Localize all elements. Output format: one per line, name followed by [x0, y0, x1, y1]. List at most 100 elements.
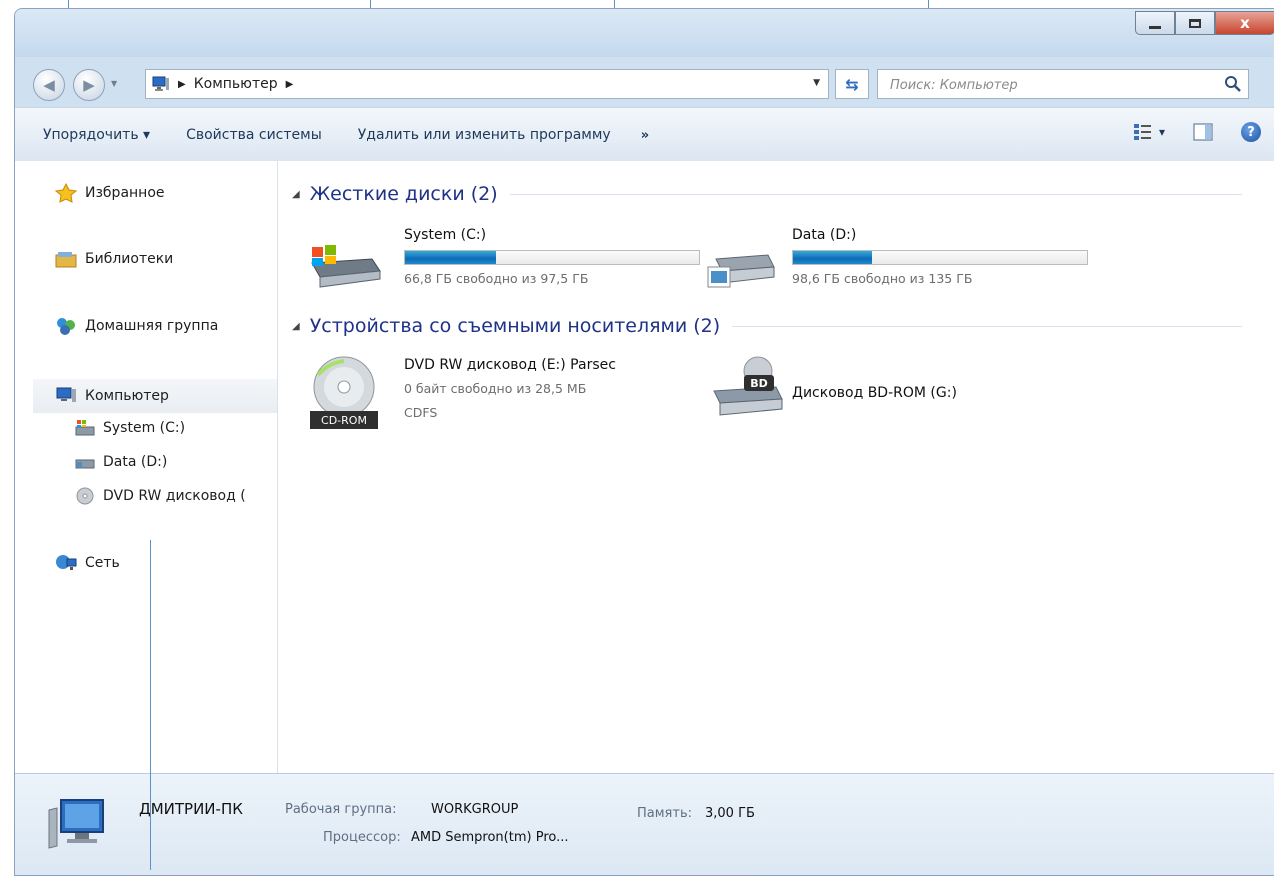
sidebar-item-label: System (C:)	[103, 420, 186, 436]
back-arrow-icon: ◀	[43, 76, 55, 94]
drive-d-icon	[75, 453, 95, 471]
sidebar-item-label: Data (D:)	[103, 454, 168, 470]
drive-filesystem: CDFS	[404, 405, 438, 420]
group-title: Жесткие диски (2)	[309, 183, 498, 205]
drive-free-space: 98,6 ГБ свободно из 135 ГБ	[792, 271, 973, 286]
bd-rom-icon: BD	[713, 356, 783, 416]
windows-drive-icon	[311, 245, 381, 288]
uninstall-program-button[interactable]: Удалить или изменить программу	[352, 127, 617, 143]
drive-item-bd-g[interactable]: BD Дисковод BD-ROM (G:)	[706, 351, 1106, 431]
search-box[interactable]	[877, 69, 1249, 99]
drive-usage-bar	[404, 250, 700, 265]
cd-rom-icon: CD-ROM	[310, 356, 378, 429]
dvd-icon	[75, 487, 95, 505]
computer-name: ДМИТРИИ-ПК	[139, 800, 243, 818]
help-icon[interactable]: ?	[1241, 122, 1261, 142]
breadcrumb-separator-icon[interactable]: ▶	[286, 79, 294, 90]
back-button[interactable]: ◀	[33, 69, 65, 101]
processor-value: AMD Sempron(tm) Pro...	[411, 830, 569, 845]
maximize-icon	[1189, 18, 1201, 28]
more-commands-button[interactable]: »	[641, 128, 649, 143]
toolbar-right: ▾ ?	[1133, 122, 1261, 142]
drive-free-space: 0 байт свободно из 28,5 МБ	[404, 381, 587, 396]
computer-icon	[55, 386, 77, 406]
organize-button[interactable]: Упорядочить ▾	[37, 127, 156, 143]
cd-rom-badge: CD-ROM	[321, 414, 367, 427]
preview-pane-icon[interactable]	[1193, 123, 1213, 141]
callout-line	[150, 540, 151, 870]
forward-arrow-icon: ▶	[83, 76, 95, 94]
bd-badge: BD	[750, 377, 768, 390]
homegroup-icon	[55, 316, 77, 336]
workgroup-label: Рабочая группа:	[285, 802, 397, 817]
view-dropdown-icon: ▾	[1158, 125, 1165, 139]
sidebar-item-network[interactable]: Сеть	[55, 553, 120, 573]
sidebar-item-label: Сеть	[85, 555, 120, 571]
workgroup-value: WORKGROUP	[431, 802, 519, 817]
computer-icon	[152, 76, 169, 91]
minimize-button[interactable]	[1135, 11, 1175, 35]
computer-large-icon	[48, 799, 104, 849]
memory-value: 3,00 ГБ	[705, 806, 755, 821]
maximize-button[interactable]	[1175, 11, 1215, 35]
group-divider	[732, 325, 1242, 327]
sidebar-item-libraries[interactable]: Библиотеки	[55, 249, 173, 269]
breadcrumb-separator-icon[interactable]: ▶	[178, 79, 186, 90]
breadcrumb-computer[interactable]: Компьютер	[194, 76, 278, 92]
address-bar[interactable]: ▶ Компьютер ▶ ▼	[145, 69, 829, 99]
drive-item-system-c[interactable]: System (C:) 66,8 ГБ свободно из 97,5 ГБ	[306, 221, 706, 293]
processor-label: Процессор:	[323, 830, 401, 845]
drive-name: System (C:)	[404, 227, 487, 243]
libraries-icon	[55, 249, 77, 269]
sidebar-item-label: Компьютер	[85, 388, 169, 404]
group-title: Устройства со съемными носителями (2)	[309, 315, 721, 337]
refresh-button[interactable]: ⇆	[835, 69, 869, 99]
close-icon: x	[1240, 14, 1250, 32]
system-properties-button[interactable]: Свойства системы	[180, 127, 328, 143]
network-icon	[55, 553, 77, 573]
group-header-hard-disks[interactable]: ◢ Жесткие диски (2)	[292, 183, 1242, 205]
sidebar-item-dvd[interactable]: DVD RW дисковод (	[75, 487, 246, 505]
sidebar-item-label: Библиотеки	[85, 251, 174, 267]
hard-drive-icon	[707, 254, 775, 288]
collapse-triangle-icon[interactable]: ◢	[292, 321, 300, 332]
drive-name: DVD RW дисковод (E:) Parsec	[404, 357, 616, 373]
drive-item-data-d[interactable]: Data (D:) 98,6 ГБ свободно из 135 ГБ	[706, 221, 1106, 293]
title-bar: x	[15, 9, 1274, 57]
refresh-icon: ⇆	[845, 74, 859, 94]
sidebar-item-label: Избранное	[85, 185, 165, 201]
explorer-window: x ◀ ▶ ▼ ▶ Компьютер ▶ ▼ ⇆ Поиск: Компьют…	[14, 8, 1274, 876]
view-icon	[1133, 124, 1151, 140]
search-input[interactable]	[888, 75, 1212, 95]
minimize-icon	[1149, 25, 1161, 29]
drive-usage-bar	[792, 250, 1088, 265]
content-area: ◢ Жесткие диски (2) System (C:) 66,8 ГБ …	[278, 161, 1274, 773]
command-toolbar: Упорядочить ▾ Свойства системы Удалить и…	[15, 107, 1274, 163]
sidebar-item-homegroup[interactable]: Домашняя группа	[55, 316, 218, 336]
drive-usage-fill	[405, 251, 497, 264]
sidebar-item-computer[interactable]: Компьютер	[33, 379, 277, 413]
view-options-button[interactable]: ▾	[1133, 123, 1165, 141]
address-dropdown-icon[interactable]: ▼	[813, 78, 820, 88]
drive-free-space: 66,8 ГБ свободно из 97,5 ГБ	[404, 271, 589, 286]
drive-c-icon	[75, 419, 95, 437]
forward-button[interactable]: ▶	[73, 69, 105, 101]
search-icon[interactable]	[1224, 75, 1242, 93]
memory-label: Память:	[637, 806, 692, 821]
sidebar-item-data-d[interactable]: Data (D:)	[75, 453, 167, 471]
navigation-pane: Избранное Библиотеки Домашняя группа Ком…	[15, 161, 278, 773]
group-divider	[509, 193, 1242, 195]
sidebar-item-label: DVD RW дисковод (	[103, 488, 246, 504]
drive-name: Дисковод BD-ROM (G:)	[792, 385, 957, 401]
sidebar-item-label: Домашняя группа	[85, 318, 219, 334]
details-pane: ДМИТРИИ-ПК Рабочая группа: WORKGROUP Пам…	[15, 773, 1274, 875]
recent-pages-dropdown[interactable]: ▼	[111, 79, 117, 88]
sidebar-item-system-c[interactable]: System (C:)	[75, 419, 185, 437]
collapse-triangle-icon[interactable]: ◢	[292, 189, 300, 200]
drive-usage-fill	[793, 251, 873, 264]
drive-item-dvd-e[interactable]: CD-ROM DVD RW дисковод (E:) Parsec 0 бай…	[306, 351, 686, 431]
sidebar-item-favorites[interactable]: Избранное	[55, 183, 165, 203]
group-header-removable[interactable]: ◢ Устройства со съемными носителями (2)	[292, 315, 1242, 337]
window-controls: x	[1135, 11, 1274, 35]
close-button[interactable]: x	[1215, 11, 1274, 35]
